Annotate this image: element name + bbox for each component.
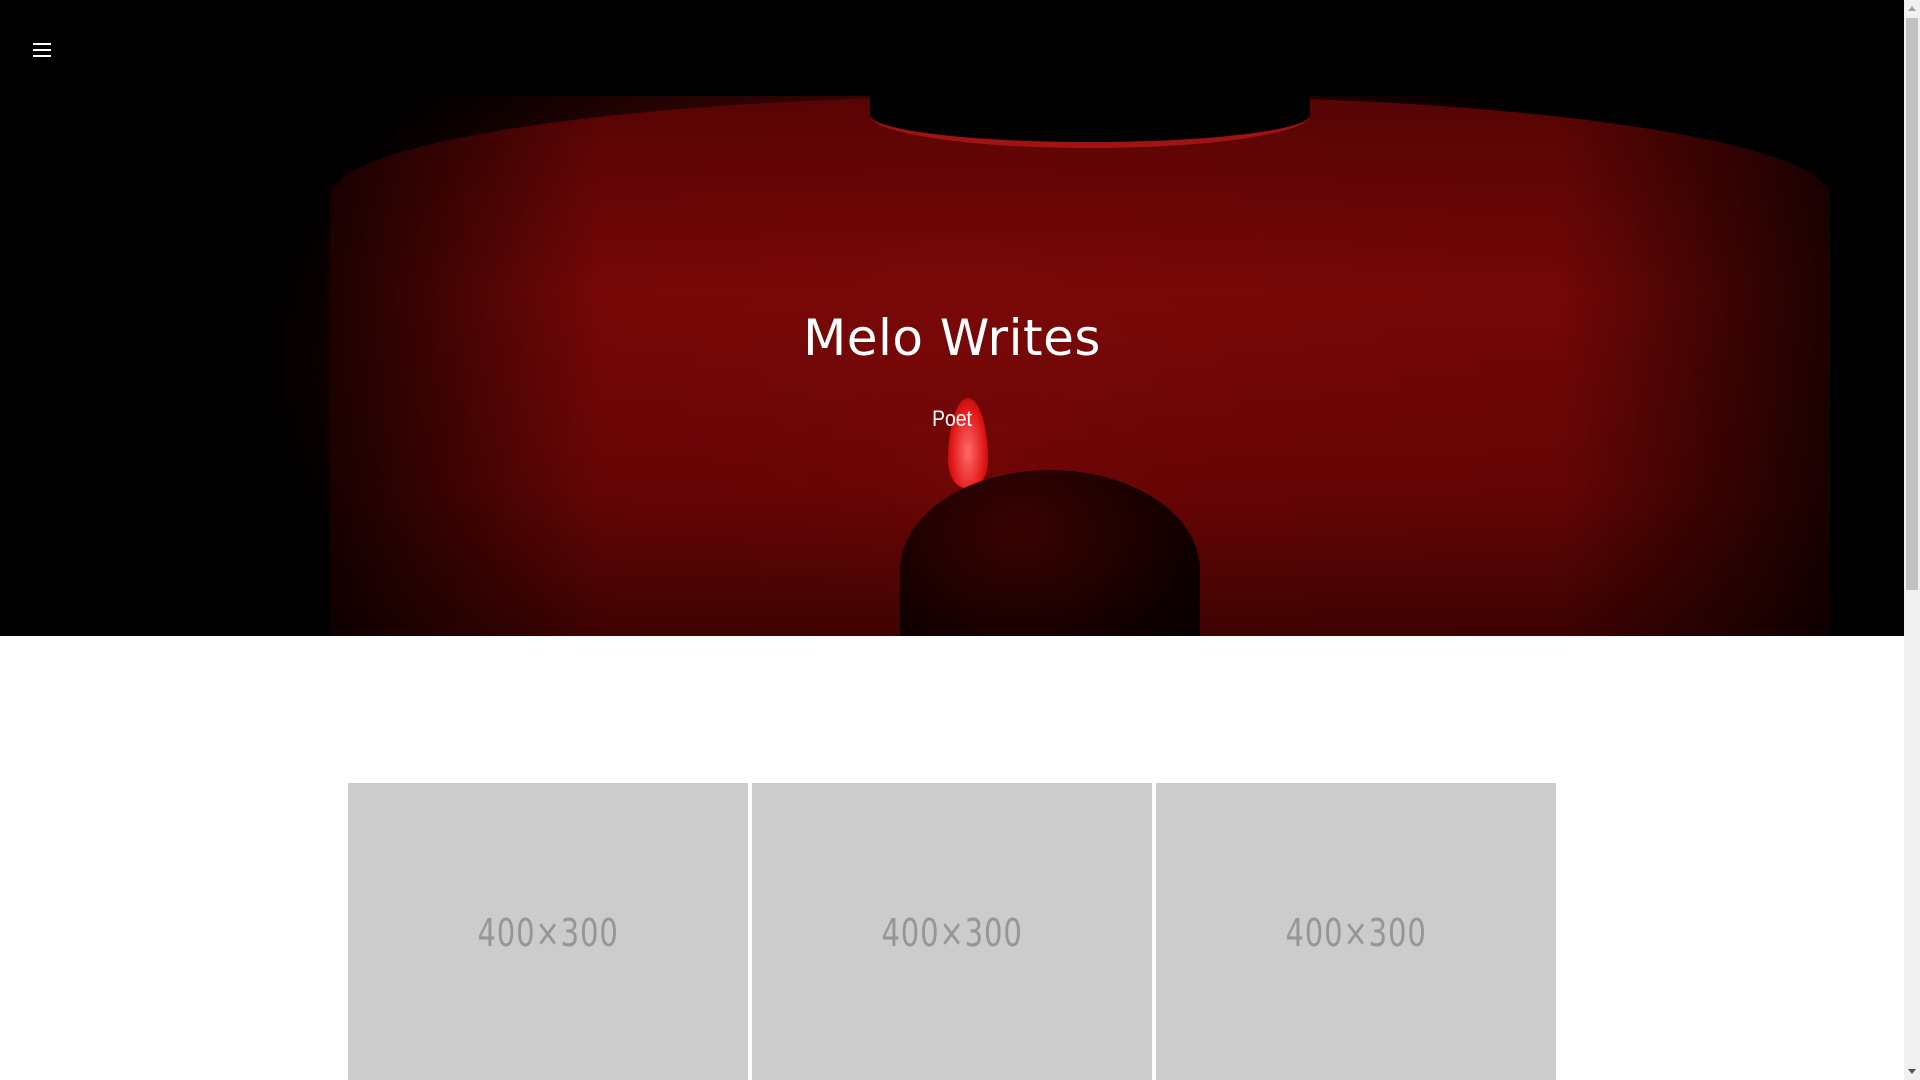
scrollbar-thumb[interactable] xyxy=(1906,18,1918,590)
site-subtitle: Poet xyxy=(932,406,972,431)
scroll-down-arrow-icon[interactable] xyxy=(1904,1064,1920,1080)
hamburger-menu-icon xyxy=(33,42,51,58)
gallery-item[interactable]: 400×300 xyxy=(348,783,748,1080)
viewport: Melo Writes Poet 400×300 400×300 400×300 xyxy=(0,0,1904,1080)
site-title: Melo Writes xyxy=(803,309,1101,367)
scroll-up-arrow-icon[interactable] xyxy=(1904,0,1920,16)
menu-button[interactable] xyxy=(26,34,58,66)
gallery: 400×300 400×300 400×300 xyxy=(348,783,1557,1080)
placeholder-label: 400×300 xyxy=(477,911,619,955)
vertical-scrollbar[interactable] xyxy=(1904,0,1920,1080)
gallery-item[interactable]: 400×300 xyxy=(1156,783,1556,1080)
placeholder-label: 400×300 xyxy=(881,911,1023,955)
gallery-item[interactable]: 400×300 xyxy=(752,783,1152,1080)
page: Melo Writes Poet 400×300 400×300 400×300 xyxy=(0,0,1920,1080)
placeholder-label: 400×300 xyxy=(1285,911,1427,955)
top-bar xyxy=(0,0,1904,96)
